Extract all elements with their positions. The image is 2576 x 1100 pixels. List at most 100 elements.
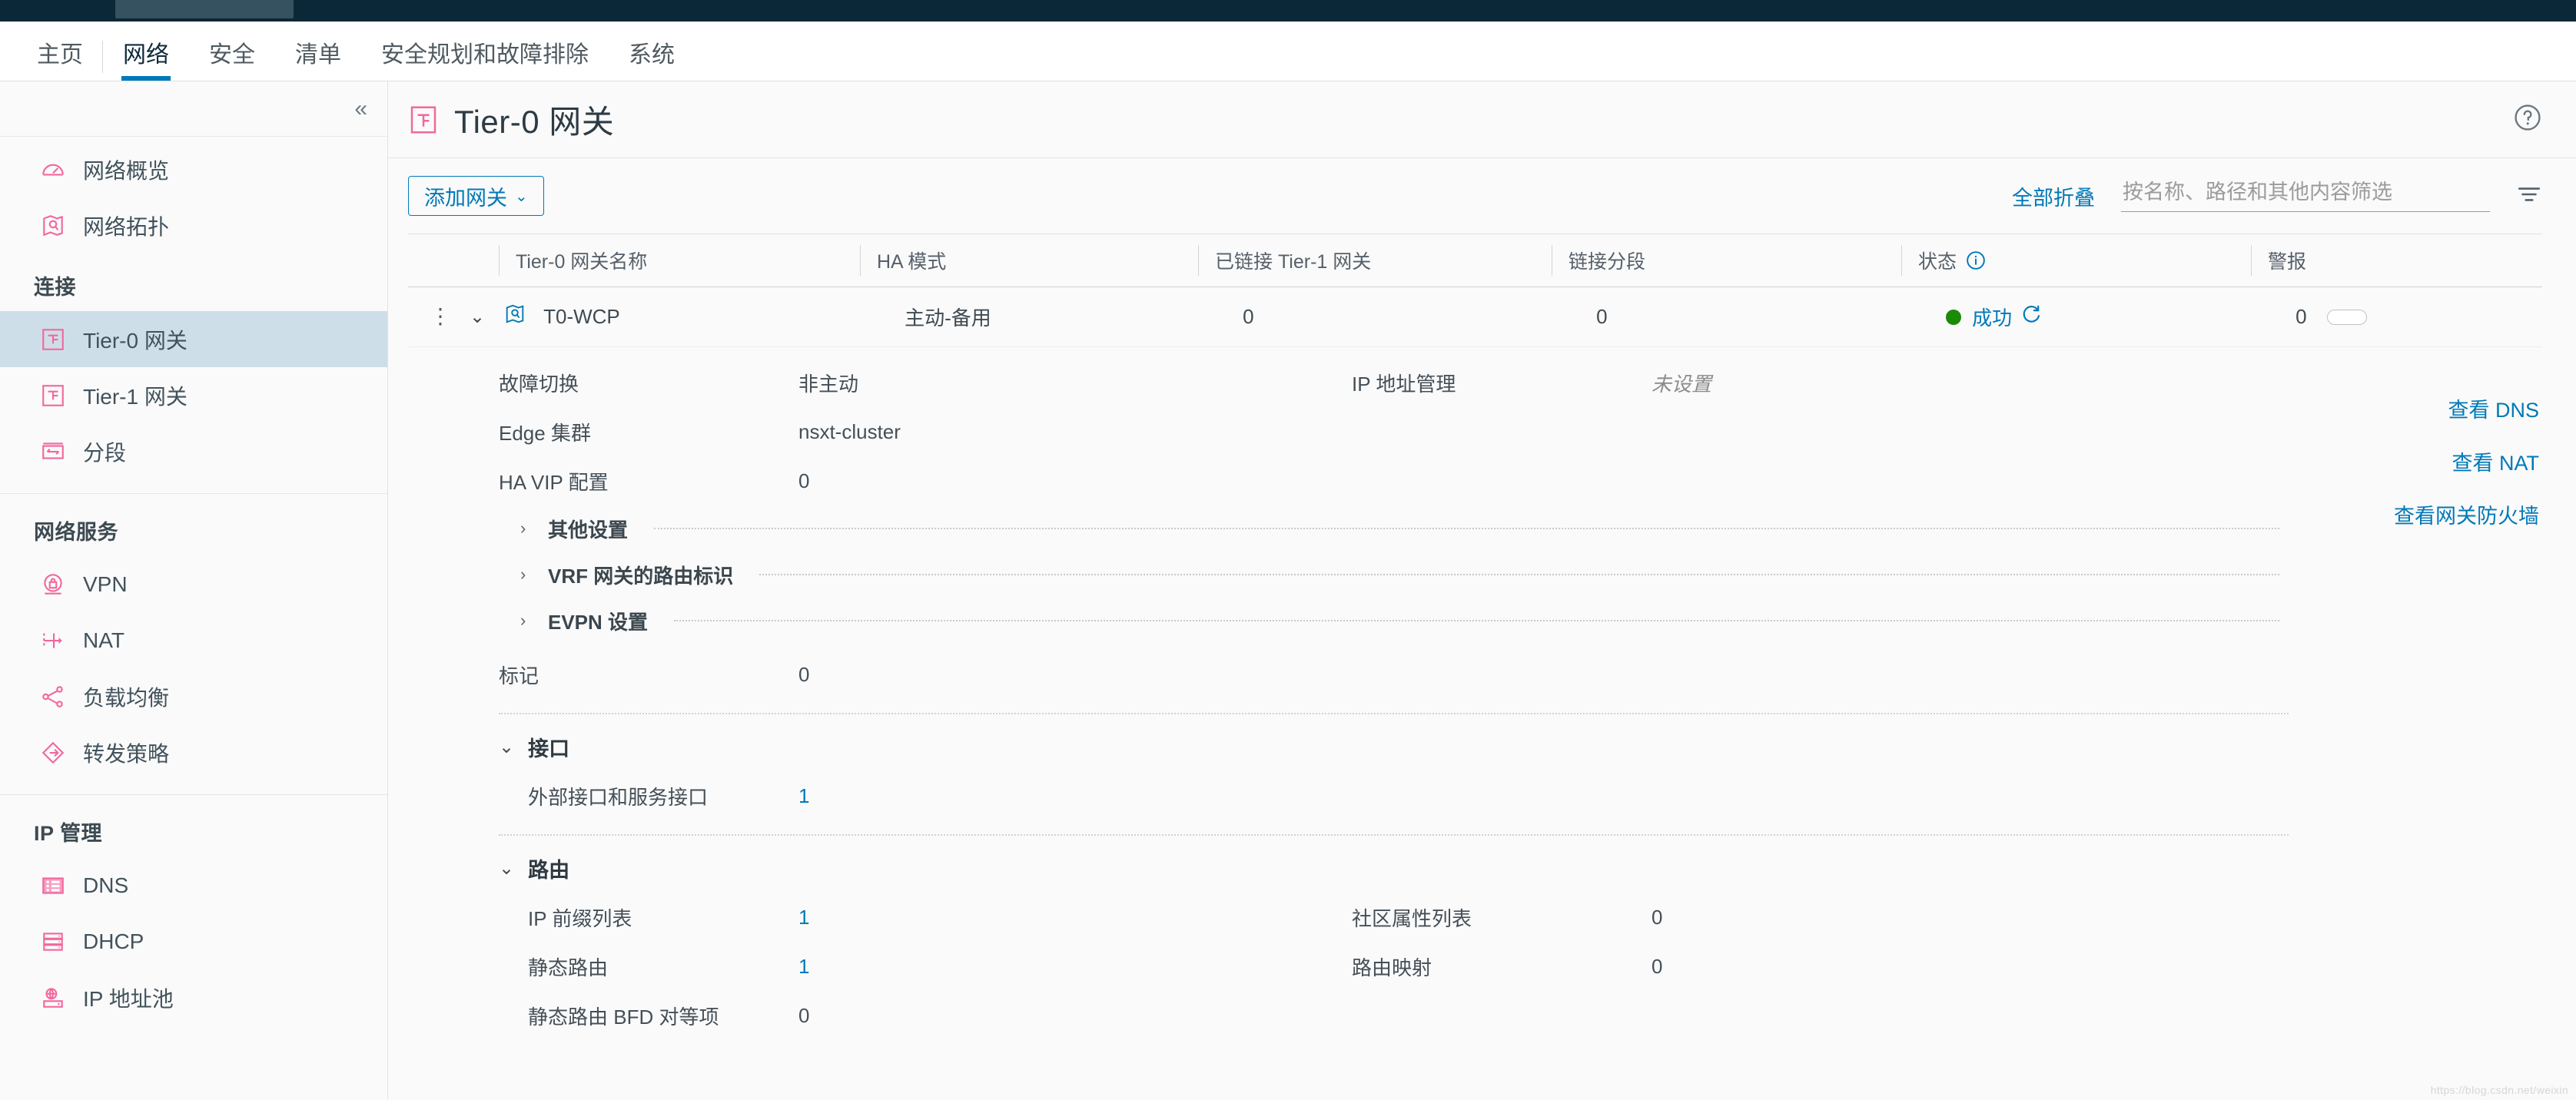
titlebar-block bbox=[115, 0, 294, 18]
sidebar-item-nat[interactable]: NAT bbox=[0, 612, 387, 668]
nav-tab-security[interactable]: 安全 bbox=[189, 44, 275, 81]
sidebar-item-network-overview[interactable]: 网络概览 bbox=[0, 141, 387, 197]
sidebar-item-load-balancing[interactable]: 负载均衡 bbox=[0, 668, 387, 724]
accordion-divider bbox=[674, 620, 2279, 621]
detail-quick-links: 查看 DNS 查看 NAT 查看网关防火墙 bbox=[2289, 358, 2542, 1040]
table-header-alarms: 警报 bbox=[2251, 234, 2542, 287]
chevron-right-icon: › bbox=[520, 611, 526, 630]
accordion-divider bbox=[654, 528, 2279, 529]
view-gateway-firewall-link[interactable]: 查看网关防火墙 bbox=[2394, 499, 2539, 529]
detail-field-static-route-bfd-peers-value: 0 bbox=[798, 1003, 810, 1027]
detail-field-edge-cluster-label: Edge 集群 bbox=[499, 421, 591, 445]
sidebar-item-tier0-gateway[interactable]: Tier-0 网关 bbox=[0, 311, 387, 367]
detail-field-tags: 标记 0 bbox=[499, 650, 2289, 699]
sidebar-item-tier1-gateway-label: Tier-1 网关 bbox=[83, 384, 188, 409]
detail-field-edge-cluster: Edge 集群 nsxt-cluster bbox=[499, 407, 2289, 456]
sidebar-item-ip-address-pool[interactable]: IP 地址池 bbox=[0, 969, 387, 1025]
collapse-all-link[interactable]: 全部折叠 bbox=[2012, 181, 2095, 211]
detail-field-ha-vip: HA VIP 配置 0 bbox=[499, 456, 2289, 505]
sidebar-item-load-balancing-label: 负载均衡 bbox=[83, 685, 170, 710]
search-input[interactable] bbox=[2121, 180, 2490, 205]
detail-field-failover: 故障切换 非主动 IP 地址管理 未设置 bbox=[499, 358, 2289, 407]
table-header-linked-segments: 链接分段 bbox=[1552, 234, 1901, 287]
toolbar-right: 全部折叠 bbox=[2012, 180, 2542, 212]
help-circle-icon[interactable] bbox=[2513, 103, 2542, 136]
detail-field-static-routes: 静态路由 1 路由映射 0 bbox=[499, 942, 2289, 991]
table-header-name: Tier-0 网关名称 bbox=[499, 234, 860, 287]
detail-field-failover-value: 非主动 bbox=[798, 372, 859, 396]
sidebar-item-dns[interactable]: DNS bbox=[0, 857, 387, 913]
dhcp-server-icon bbox=[40, 929, 66, 955]
filter-icon[interactable] bbox=[2516, 181, 2542, 211]
detail-field-community-lists-label: 社区属性列表 bbox=[1352, 906, 1472, 930]
sidebar-item-tier1-gateway[interactable]: Tier-1 网关 bbox=[0, 367, 387, 423]
sidebar-group-title-ip-management: IP 管理 bbox=[34, 822, 103, 845]
detail-field-static-routes-value[interactable]: 1 bbox=[798, 955, 809, 979]
section-header-interfaces[interactable]: ⌄ 接口 bbox=[499, 722, 2289, 771]
row-controls: ⋮ ⌄ bbox=[408, 303, 526, 331]
row-linked-segments: 0 bbox=[1596, 305, 1608, 328]
nav-tab-inventory[interactable]: 清单 bbox=[275, 44, 361, 81]
nav-tab-networking-label: 网络 bbox=[123, 42, 169, 68]
nav-tab-home-label: 主页 bbox=[37, 42, 83, 68]
detail-field-failover-value-wrap: 非主动 bbox=[798, 369, 1352, 397]
nav-tab-inventory-label: 清单 bbox=[295, 42, 341, 68]
nav-tab-system[interactable]: 系统 bbox=[609, 44, 695, 81]
sidebar-item-segments[interactable]: 分段 bbox=[0, 423, 387, 479]
chevron-down-icon[interactable]: ⌄ bbox=[470, 306, 485, 328]
detail-field-static-route-bfd-peers-label: 静态路由 BFD 对等项 bbox=[528, 1005, 719, 1029]
accordion-additional-settings[interactable]: › 其他设置 bbox=[499, 505, 2289, 552]
sidebar-item-vpn[interactable]: VPN bbox=[0, 556, 387, 612]
sidebar-item-forwarding-policy[interactable]: 转发策略 bbox=[0, 724, 387, 780]
info-circle-icon[interactable] bbox=[1966, 250, 1986, 270]
sidebar-item-network-topology[interactable]: 网络拓扑 bbox=[0, 197, 387, 253]
dns-icon bbox=[40, 873, 66, 899]
page-title: Tier-0 网关 bbox=[454, 104, 615, 140]
detail-field-static-routes-value-wrap: 1 bbox=[798, 955, 1352, 979]
tier-gateway-icon bbox=[408, 103, 439, 137]
sidebar-item-dhcp[interactable]: DHCP bbox=[0, 913, 387, 969]
nav-tab-home[interactable]: 主页 bbox=[17, 41, 103, 81]
add-gateway-label: 添加网关 bbox=[424, 186, 507, 210]
section-header-routing[interactable]: ⌄ 路由 bbox=[499, 843, 2289, 893]
nav-tab-plan-troubleshoot[interactable]: 安全规划和故障排除 bbox=[361, 44, 609, 81]
detail-field-external-service-interfaces: 外部接口和服务接口 1 bbox=[499, 771, 2289, 820]
add-gateway-button[interactable]: 添加网关 ⌄ bbox=[408, 176, 544, 216]
row-gateway-name: T0-WCP bbox=[543, 305, 620, 328]
accordion-evpn-settings[interactable]: › EVPN 设置 bbox=[499, 598, 2289, 644]
table-row[interactable]: ⋮ ⌄ T0-WCP 主动-备用 0 0 成功 0 bbox=[408, 287, 2542, 347]
row-detail-panel: 故障切换 非主动 IP 地址管理 未设置 Edge 集群 nsxt-cluste… bbox=[408, 347, 2542, 1040]
detail-field-tags-label-wrap: 标记 bbox=[499, 661, 798, 689]
chevron-down-icon: ⌄ bbox=[515, 187, 528, 205]
ip-pool-icon bbox=[40, 985, 66, 1011]
vpn-lock-icon bbox=[40, 572, 66, 598]
detail-field-ip-prefix-lists-value[interactable]: 1 bbox=[798, 906, 809, 929]
sidebar-collapse-row: « bbox=[0, 81, 387, 137]
status-badge[interactable]: 成功 bbox=[1972, 303, 2012, 331]
detail-field-tags-label: 标记 bbox=[499, 664, 539, 688]
detail-field-tags-value-wrap: 0 bbox=[798, 663, 1352, 687]
row-alarms: 0 bbox=[2279, 305, 2542, 329]
kebab-menu-icon[interactable]: ⋮ bbox=[430, 306, 451, 327]
topology-map-icon[interactable] bbox=[503, 303, 526, 331]
refresh-icon[interactable] bbox=[2021, 304, 2041, 330]
row-status: 成功 bbox=[1929, 303, 2279, 331]
detail-field-edge-cluster-value-wrap: nsxt-cluster bbox=[798, 420, 1352, 444]
table-header-status: 状态 bbox=[1901, 234, 2251, 287]
content-area: Tier-0 网关 添加网关 ⌄ 全部折叠 按名称、路径和其他内容筛选 Tier… bbox=[388, 81, 2576, 1099]
sidebar-item-tier0-gateway-label: Tier-0 网关 bbox=[83, 328, 188, 353]
collapse-sidebar-icon[interactable]: « bbox=[354, 97, 367, 121]
detail-field-ip-prefix-lists: IP 前缀列表 1 社区属性列表 0 bbox=[499, 893, 2289, 942]
table-header-linked-tier1: 已链接 Tier-1 网关 bbox=[1198, 234, 1552, 287]
section-header-interfaces-label: 接口 bbox=[528, 737, 570, 760]
gateway-table: Tier-0 网关名称 HA 模式 已链接 Tier-1 网关 链接分段 状态 … bbox=[388, 234, 2576, 1099]
detail-field-external-service-interfaces-value[interactable]: 1 bbox=[798, 784, 809, 808]
nav-tab-networking[interactable]: 网络 bbox=[103, 44, 189, 81]
detail-main: 故障切换 非主动 IP 地址管理 未设置 Edge 集群 nsxt-cluste… bbox=[408, 358, 2289, 1040]
accordion-vrf-route-distinguisher[interactable]: › VRF 网关的路由标识 bbox=[499, 552, 2289, 598]
view-nat-link[interactable]: 查看 NAT bbox=[2452, 446, 2540, 476]
nav-tab-security-label: 安全 bbox=[209, 42, 255, 68]
row-alarms-count: 0 bbox=[2295, 305, 2307, 328]
view-dns-link[interactable]: 查看 DNS bbox=[2448, 393, 2539, 423]
detail-field-ip-prefix-lists-label: IP 前缀列表 bbox=[528, 906, 632, 930]
